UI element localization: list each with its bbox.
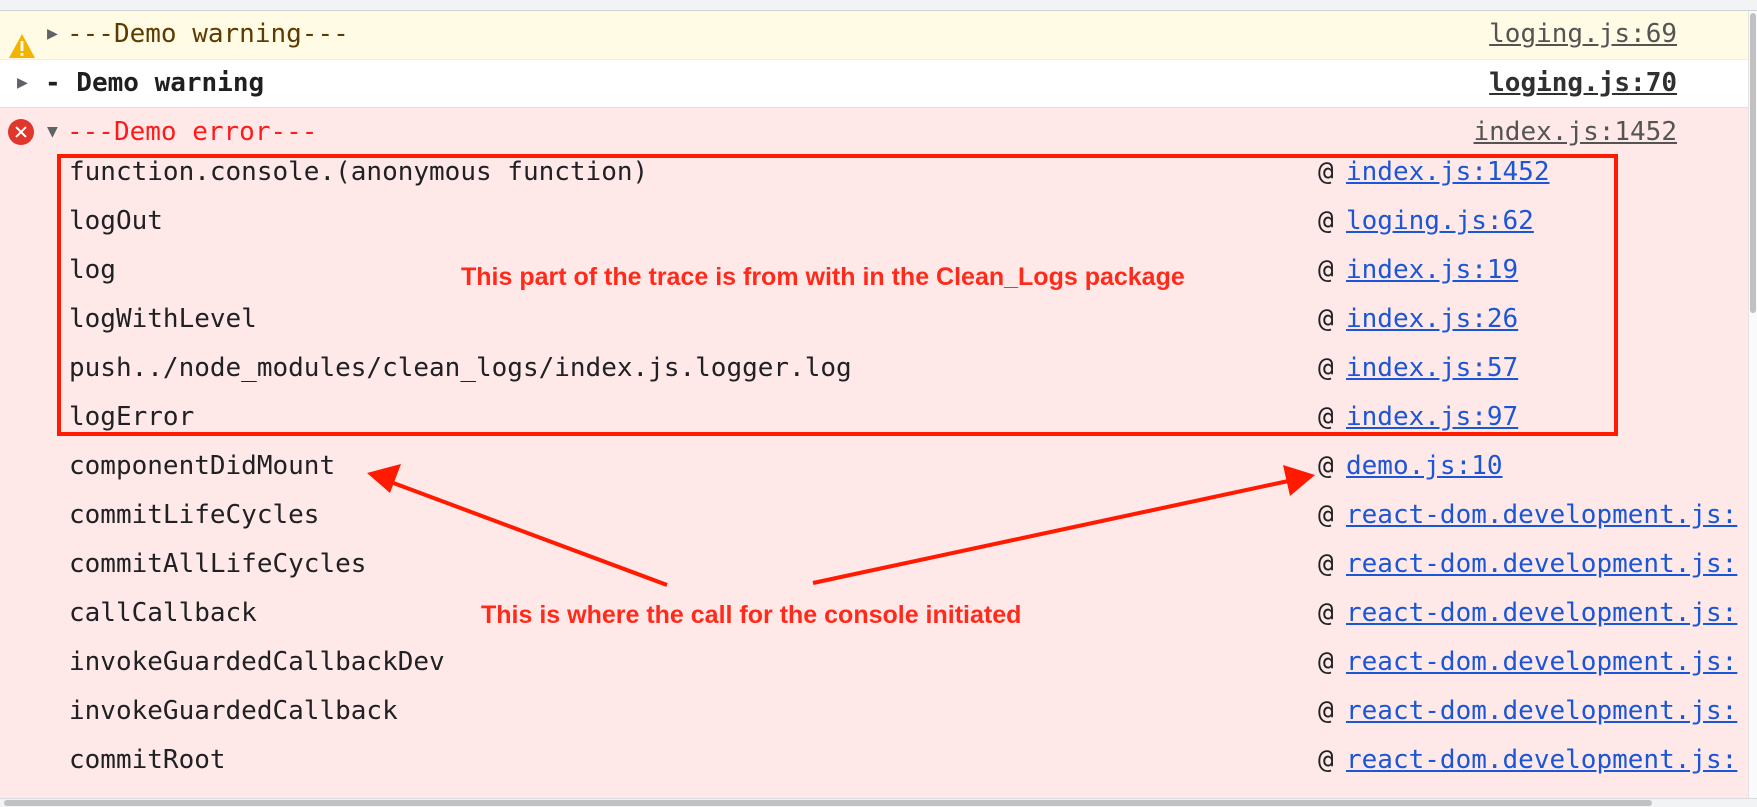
annotation-arrows [367,464,1315,587]
vertical-scrollbar[interactable] [1748,11,1757,798]
arrow-right-line [812,478,1294,585]
vertical-scroll-thumb[interactable] [1750,13,1756,313]
horizontal-scroll-thumb[interactable] [4,800,1652,806]
arrow-right-head-icon [1283,465,1315,496]
arrow-left-line [387,479,668,587]
arrow-left-head-icon [367,464,401,493]
